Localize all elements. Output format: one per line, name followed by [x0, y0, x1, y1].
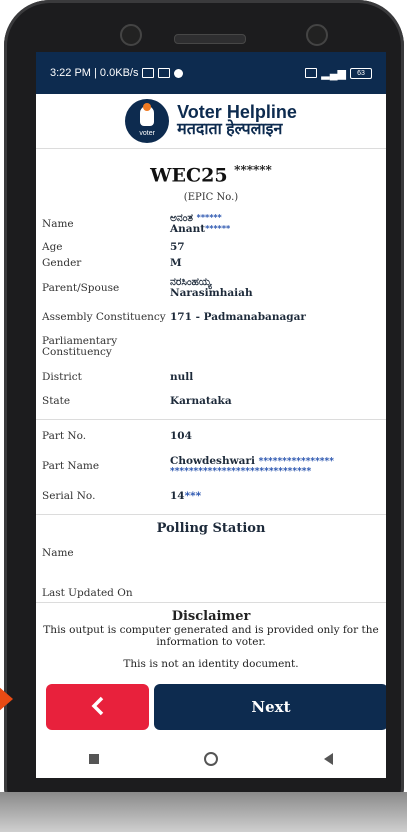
detail-row-age: Age 57 [42, 241, 185, 254]
back-nav-icon[interactable] [324, 753, 334, 765]
disclaimer-block: Disclaimer This output is computer gener… [36, 602, 386, 670]
polling-station-title: Polling Station [156, 521, 266, 537]
signal-icon: ▂▄▆ [321, 67, 346, 80]
chevron-left-icon [91, 696, 103, 715]
epic-label: (EPIC No.) [183, 192, 239, 204]
disclaimer-text: This output is computer generated and is… [43, 624, 379, 649]
detail-row-assembly: Assembly Constituency 171 - Padmanabanaga… [42, 311, 306, 324]
detail-row-part-name: Part Name Chowdeshwari **************** … [42, 454, 334, 478]
app-title: Voter Helpline मतदाता हेल्पलाइन [177, 102, 297, 139]
phone-frame: 3:22 PM | 0.0KB/s ▂▄▆ 63 voter Voter Hel… [4, 0, 404, 832]
divider [36, 514, 386, 516]
app-header: voter Voter Helpline मतदाता हेल्पलाइन [36, 94, 386, 149]
battery-icon: 63 [350, 67, 372, 79]
recents-icon[interactable] [88, 754, 99, 764]
epic-number: WEC25 ****** [150, 163, 272, 187]
divider [36, 419, 386, 421]
message-icon [142, 68, 155, 78]
detail-row-name: Name ಅನಂತ ****** Anant****** [42, 212, 231, 236]
polling-row-name: Name [42, 547, 74, 560]
detail-row-district: District null [42, 371, 194, 384]
identity-note: This is not an identity document. [123, 658, 299, 671]
epic-block: WEC25 ****** (EPIC No.) [36, 149, 386, 203]
sensor-icon [306, 24, 328, 46]
status-bar: 3:22 PM | 0.0KB/s ▂▄▆ 63 [36, 52, 386, 94]
phone-bezel [24, 10, 388, 50]
detail-row-state: State Karnataka [42, 395, 232, 408]
detail-row-part-no: Part No. 104 [42, 430, 192, 443]
android-nav-bar [36, 740, 386, 778]
speaker-grille [174, 34, 246, 44]
app-screen: 3:22 PM | 0.0KB/s ▂▄▆ 63 voter Voter Hel… [36, 52, 386, 778]
detail-row-parliamentary: Parliamentary Constituency [42, 335, 118, 359]
voter-helpline-logo: voter [125, 99, 170, 143]
pointer-arrow-icon [0, 686, 13, 712]
reflection [0, 792, 407, 832]
message-icon [158, 68, 171, 78]
notification-icon [174, 68, 184, 78]
back-button[interactable] [46, 684, 149, 730]
detail-row-parent: Parent/Spouse ನರಸಿಂಹಯ್ಯ Narasimhaiah [42, 275, 253, 300]
disclaimer-title: Disclaimer [171, 609, 251, 624]
home-icon[interactable] [204, 752, 219, 766]
hd-icon [305, 68, 318, 78]
front-camera-icon [120, 24, 142, 46]
status-time: 3:22 PM | 0.0KB/s [50, 67, 139, 79]
detail-row-gender: Gender M [42, 257, 182, 270]
next-button[interactable]: Next [154, 684, 386, 730]
detail-row-serial: Serial No. 14*** [42, 490, 202, 503]
